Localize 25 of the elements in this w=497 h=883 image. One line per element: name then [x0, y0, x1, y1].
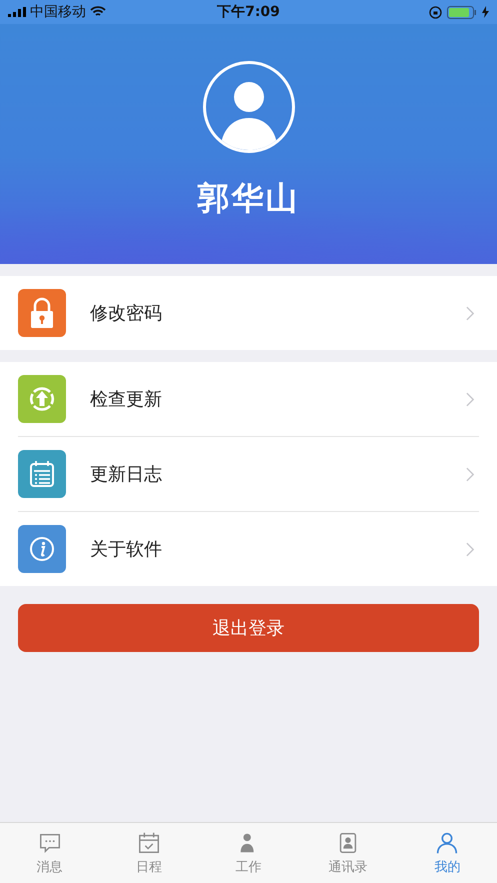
menu-item[interactable]: 关于软件 [0, 512, 497, 586]
wifi-icon [90, 6, 106, 18]
battery-icon [447, 6, 477, 18]
list-calendar-icon [18, 450, 66, 498]
tab-item[interactable]: 我的 [398, 823, 497, 883]
chevron-right-icon [466, 306, 475, 320]
user-name: 郭华山 [198, 178, 300, 219]
charging-icon [482, 6, 489, 18]
chevron-right-icon [466, 392, 475, 406]
rotation-lock-icon [429, 6, 442, 18]
chevron-right-icon [466, 466, 475, 482]
tab-item[interactable]: 日程 [99, 823, 199, 883]
logout-button[interactable]: 退出登录 [18, 604, 479, 652]
info-icon [18, 525, 66, 573]
tab-item[interactable]: 通讯录 [298, 823, 398, 883]
clock-time: 下午7:09 [217, 4, 280, 20]
menu-item[interactable]: 检查更新 [0, 362, 497, 436]
chevron-right-icon [466, 542, 475, 556]
lock-icon [18, 289, 66, 337]
carrier-name: 中国移动 [30, 3, 86, 21]
tab-item[interactable]: 工作 [198, 823, 298, 883]
menu-item[interactable]: 更新日志 [0, 437, 497, 511]
menu-item[interactable]: 修改密码 [0, 276, 497, 350]
tab-item[interactable]: 消息 [0, 823, 100, 883]
signal-icon [8, 7, 26, 17]
